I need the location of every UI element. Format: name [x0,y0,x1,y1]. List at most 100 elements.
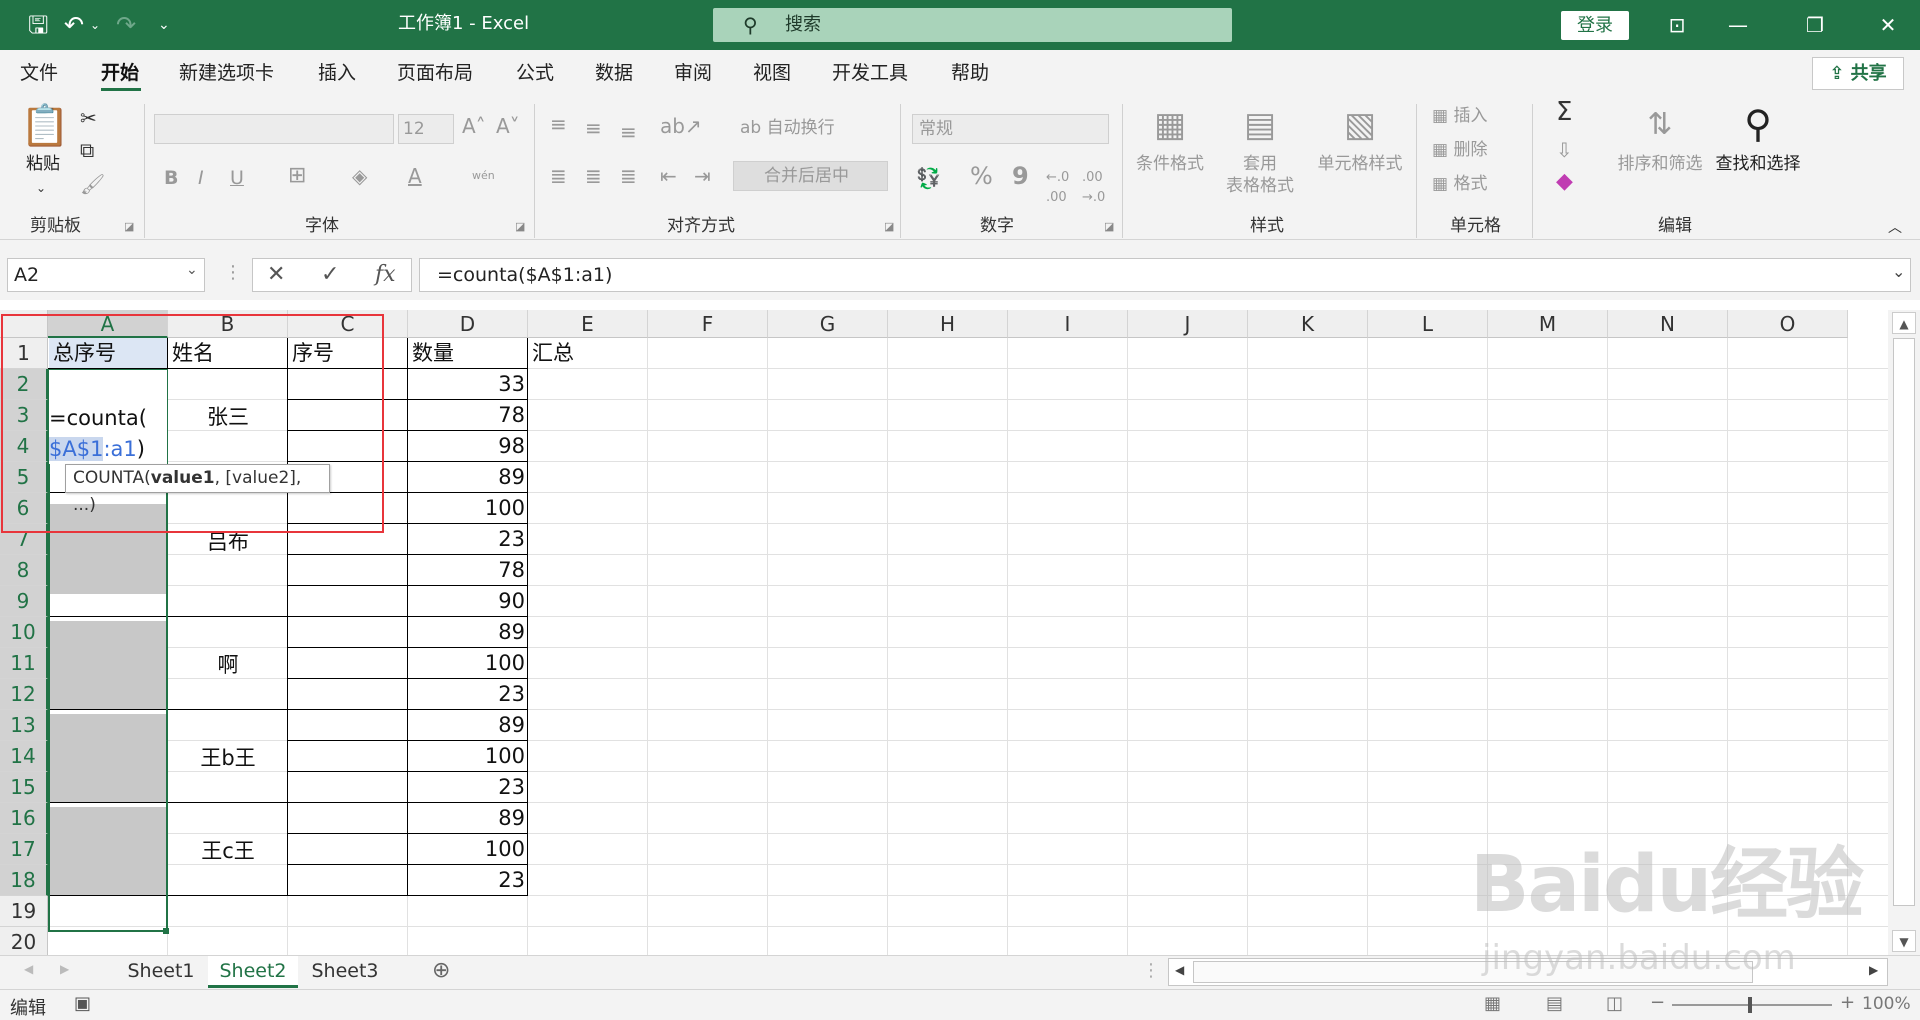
tab-review[interactable]: 审阅 [674,60,712,86]
tab-new[interactable]: 新建选项卡 [179,60,274,86]
find-select-label[interactable]: 查找和选择 [1706,154,1810,175]
sheet-tab-sheet2[interactable]: Sheet2 [208,956,298,988]
collapse-ribbon-icon[interactable]: ︿ [1888,218,1902,238]
quantity-cell[interactable]: 23 [408,679,525,709]
tab-splitter-icon[interactable]: ⋮ [1142,960,1160,981]
column-header[interactable]: E [528,310,648,338]
column-header[interactable]: L [1368,310,1488,338]
row-header[interactable]: 14 [0,741,48,772]
quantity-cell[interactable]: 33 [408,369,525,399]
row-header[interactable]: 20 [0,927,48,955]
undo-dropdown-icon[interactable]: ⌄ [90,10,100,40]
column-header[interactable]: D [408,310,528,338]
ribbon-display-icon[interactable]: ⊡ [1657,10,1697,40]
quantity-cell[interactable]: 89 [408,710,525,740]
paste-dropdown-icon[interactable]: ⌄ [36,178,46,198]
tab-file[interactable]: 文件 [20,60,58,86]
tab-formulas[interactable]: 公式 [516,60,554,86]
tab-insert[interactable]: 插入 [318,60,356,86]
paste-icon[interactable]: 📋 [20,104,70,148]
insert-function-icon[interactable]: fx [375,259,396,291]
quantity-cell[interactable]: 89 [408,617,525,647]
quantity-cell[interactable]: 23 [408,772,525,802]
quantity-cell[interactable]: 23 [408,524,525,554]
tab-page-layout[interactable]: 页面布局 [397,60,473,86]
name-cell[interactable]: 王c王 [168,836,288,866]
find-select-icon[interactable]: ⚲ [1728,104,1788,144]
row-header[interactable]: 12 [0,679,48,710]
quantity-cell[interactable]: 90 [408,586,525,616]
column-header[interactable]: I [1008,310,1128,338]
tab-developer[interactable]: 开发工具 [832,60,908,86]
scroll-down-icon[interactable]: ▼ [1892,930,1916,952]
tab-view[interactable]: 视图 [753,60,791,86]
copy-icon[interactable]: ⧉ [80,140,94,160]
column-header[interactable]: G [768,310,888,338]
name-box-dropdown-icon[interactable]: ⌄ [186,262,198,278]
quantity-cell[interactable]: 78 [408,400,525,430]
row-header[interactable]: 16 [0,803,48,834]
clear-icon[interactable]: ◆ [1556,171,1573,193]
vertical-scrollbar[interactable]: ▲ ▼ [1888,310,1920,955]
sheet-tab-sheet3[interactable]: Sheet3 [300,956,390,988]
name-box[interactable]: A2 [7,258,205,292]
autosum-button[interactable]: Σ [1556,99,1572,125]
quantity-cell[interactable]: 78 [408,555,525,585]
macro-record-icon[interactable]: ▣ [74,993,91,1014]
tab-data[interactable]: 数据 [595,60,633,86]
customize-qat-icon[interactable]: ⌄ [158,10,170,40]
number-launcher-icon[interactable]: ◪ [1104,220,1114,233]
column-header[interactable]: J [1128,310,1248,338]
save-icon[interactable]: 🖫 [28,10,48,40]
quantity-cell[interactable]: 100 [408,741,525,771]
clipboard-launcher-icon[interactable]: ◪ [124,220,134,233]
minimize-icon[interactable]: — [1718,10,1758,40]
formula-input[interactable]: =counta($A$1:a1) [419,258,1911,292]
paste-label[interactable]: 粘贴 [20,154,66,175]
row-header[interactable]: 17 [0,834,48,865]
undo-icon[interactable]: ↶ [64,10,84,40]
column-header[interactable]: H [888,310,1008,338]
quantity-cell[interactable]: 89 [408,462,525,492]
enter-icon[interactable]: ✓ [321,259,339,291]
column-header[interactable]: K [1248,310,1368,338]
tab-home[interactable]: 开始 [101,60,139,86]
quantity-cell[interactable]: 100 [408,493,525,523]
cell-d1[interactable]: 数量 [412,338,454,368]
quantity-cell[interactable]: 100 [408,648,525,678]
column-header[interactable]: M [1488,310,1608,338]
format-painter-icon[interactable]: 🖌 [80,174,105,194]
quantity-cell[interactable]: 98 [408,431,525,461]
alignment-launcher-icon[interactable]: ◪ [884,220,894,233]
row-header[interactable]: 10 [0,617,48,648]
search-box[interactable]: ⚲ 搜索 [713,8,1232,42]
quantity-cell[interactable]: 100 [408,834,525,864]
name-cell[interactable]: 啊 [168,650,288,680]
column-header[interactable]: O [1728,310,1848,338]
tab-help[interactable]: 帮助 [951,60,989,86]
scroll-up-icon[interactable]: ▲ [1892,312,1916,334]
row-header[interactable]: 8 [0,555,48,586]
row-header[interactable]: 18 [0,865,48,896]
prev-sheet-icon[interactable]: ◀ [24,962,33,976]
expand-formula-icon[interactable]: ⌄ [1892,262,1905,281]
scroll-left-icon[interactable]: ◀ [1175,963,1184,977]
sheet-tab-sheet1[interactable]: Sheet1 [116,956,206,988]
column-header[interactable]: N [1608,310,1728,338]
column-header[interactable]: F [648,310,768,338]
next-sheet-icon[interactable]: ▶ [60,962,69,976]
name-cell[interactable]: 王b王 [168,743,288,773]
cell-e1[interactable]: 汇总 [532,338,574,368]
add-sheet-icon[interactable]: ⊕ [432,958,450,983]
row-header[interactable]: 19 [0,896,48,927]
row-header[interactable]: 11 [0,648,48,679]
cancel-icon[interactable]: ✕ [267,259,285,291]
quantity-cell[interactable]: 89 [408,803,525,833]
quantity-cell[interactable]: 23 [408,865,525,895]
scroll-thumb[interactable] [1893,338,1915,906]
restore-icon[interactable]: ❐ [1795,10,1835,40]
share-button[interactable]: ⇪ 共享 [1812,57,1904,90]
fill-handle[interactable] [163,928,169,934]
login-button[interactable]: 登录 [1561,11,1629,40]
row-header[interactable]: 13 [0,710,48,741]
